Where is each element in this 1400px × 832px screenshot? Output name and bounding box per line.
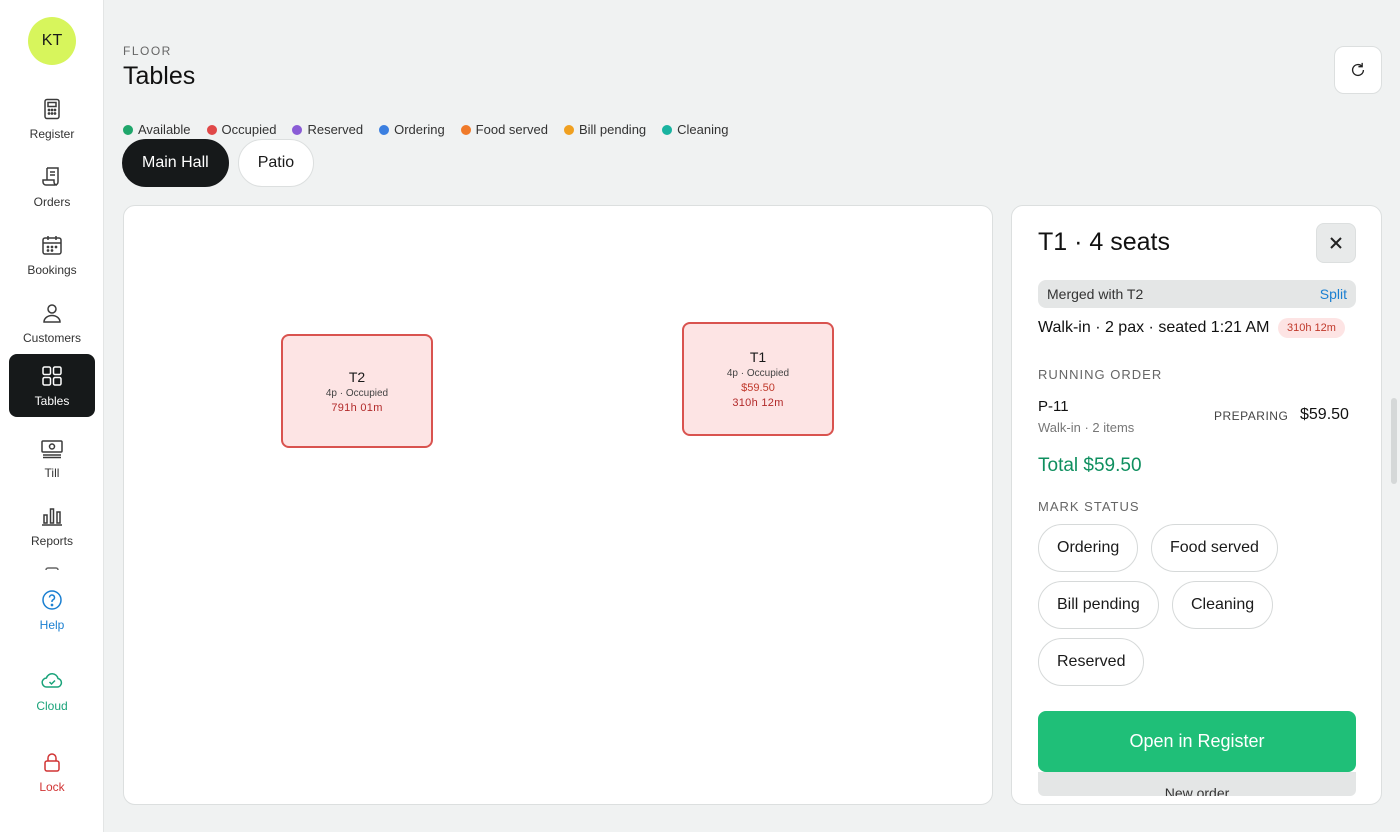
table-name: T2 bbox=[348, 368, 366, 385]
table-meta: 4p · Occupied bbox=[325, 387, 389, 399]
legend-label: Available bbox=[138, 122, 191, 137]
legend-dot bbox=[206, 124, 217, 135]
nav-till[interactable]: Till bbox=[9, 427, 95, 489]
merged-notice: Merged with T2 Split bbox=[1038, 280, 1356, 308]
panel-title: T1 · 4 seats bbox=[1038, 228, 1170, 256]
refresh-icon bbox=[1351, 62, 1365, 77]
nav-cloud[interactable]: Cloud bbox=[9, 660, 95, 722]
order-id[interactable]: P-11 bbox=[1038, 398, 1069, 415]
mark-ordering-button[interactable]: Ordering bbox=[1038, 524, 1139, 572]
legend-food-served: Food served bbox=[460, 122, 548, 137]
nav-help[interactable]: Help bbox=[9, 579, 95, 641]
nav-bookings[interactable]: Bookings bbox=[9, 224, 95, 286]
mark-bill-pending-button[interactable]: Bill pending bbox=[1038, 581, 1159, 629]
open-in-register-button[interactable]: Open in Register bbox=[1038, 711, 1356, 772]
nav-register[interactable]: Register bbox=[9, 88, 95, 150]
cash-icon bbox=[41, 440, 63, 459]
nav-customers[interactable]: Customers bbox=[9, 292, 95, 354]
order-subtitle: Walk-in · 2 items bbox=[1038, 420, 1135, 435]
table-elapsed: 791h 01m bbox=[331, 401, 383, 414]
status-legend: Available Occupied Reserved Ordering Foo… bbox=[123, 122, 728, 137]
table-meta: 4p · Occupied bbox=[726, 368, 790, 379]
legend-dot bbox=[563, 124, 574, 135]
zone-tabs: Main Hall Patio bbox=[122, 139, 315, 187]
legend-dot bbox=[662, 124, 673, 135]
nav-reports-label: Reports bbox=[30, 534, 74, 548]
nav-till-label: Till bbox=[44, 466, 60, 480]
user-avatar[interactable]: KT bbox=[28, 17, 76, 65]
nav-orders-label: Orders bbox=[33, 195, 71, 209]
nav-register-label: Register bbox=[29, 127, 75, 141]
legend-dot bbox=[123, 124, 133, 135]
page-eyebrow: FLOOR bbox=[123, 44, 172, 58]
legend-label: Food served bbox=[475, 122, 548, 137]
mark-food-served-button[interactable]: Food served bbox=[1151, 524, 1278, 572]
calculator-icon bbox=[44, 98, 60, 120]
order-status: PREPARING bbox=[1214, 409, 1289, 423]
nav-lock[interactable]: Lock bbox=[9, 741, 95, 803]
close-panel-button[interactable] bbox=[1316, 223, 1356, 263]
table-amount: $59.50 bbox=[741, 382, 775, 394]
mark-reserved-button[interactable]: Reserved bbox=[1038, 638, 1145, 686]
legend-dot bbox=[460, 124, 471, 135]
grid-icon bbox=[42, 365, 62, 386]
nav-reports[interactable]: Reports bbox=[9, 495, 95, 557]
order-amount: $59.50 bbox=[1300, 406, 1349, 423]
merged-text: Merged with T2 bbox=[1047, 286, 1144, 302]
mark-cleaning-button[interactable]: Cleaning bbox=[1172, 581, 1274, 629]
table-detail-panel: T1 · 4 seats Merged with T2 Split Walk-i… bbox=[1011, 205, 1382, 805]
nav-partially-hidden-icon bbox=[44, 566, 60, 570]
legend-ordering: Ordering bbox=[379, 122, 445, 137]
new-order-button[interactable]: New order bbox=[1038, 772, 1356, 796]
table-elapsed: 310h 12m bbox=[732, 397, 784, 409]
legend-label: Cleaning bbox=[677, 122, 729, 137]
legend-label: Ordering bbox=[394, 122, 445, 137]
help-circle-icon bbox=[42, 590, 62, 610]
refresh-button[interactable] bbox=[1334, 46, 1382, 94]
floor-plan-canvas: T2 4p · Occupied 791h 01m T1 4p · Occupi… bbox=[123, 205, 993, 805]
lock-icon bbox=[44, 753, 60, 772]
table-name: T1 bbox=[749, 349, 767, 365]
nav-orders[interactable]: Orders bbox=[9, 156, 95, 218]
order-total: Total $59.50 bbox=[1038, 455, 1142, 476]
party-details: Walk-in · 2 pax · seated 1:21 AM bbox=[1038, 319, 1270, 336]
nav-customers-label: Customers bbox=[22, 331, 81, 345]
floor-table-t1[interactable]: T1 4p · Occupied $59.50 310h 12m bbox=[682, 322, 834, 436]
elapsed-badge: 310h 12m bbox=[1278, 318, 1345, 338]
receipt-icon bbox=[42, 167, 59, 186]
legend-dot bbox=[292, 124, 303, 135]
user-icon bbox=[43, 304, 61, 323]
legend-bill-pending: Bill pending bbox=[563, 122, 647, 137]
nav-cloud-label: Cloud bbox=[36, 699, 68, 713]
legend-label: Reserved bbox=[307, 122, 364, 137]
legend-dot bbox=[379, 124, 390, 135]
close-icon bbox=[1330, 237, 1342, 249]
split-link[interactable]: Split bbox=[1320, 286, 1347, 302]
calendar-icon bbox=[42, 236, 62, 255]
tab-patio[interactable]: Patio bbox=[237, 139, 315, 187]
running-order-label: RUNNING ORDER bbox=[1038, 367, 1163, 382]
nav-tables-label: Tables bbox=[34, 393, 70, 408]
nav-lock-label: Lock bbox=[39, 780, 65, 794]
legend-label: Occupied bbox=[221, 122, 277, 137]
legend-available: Available bbox=[123, 122, 191, 137]
page-title: Tables bbox=[123, 62, 196, 90]
nav-bookings-label: Bookings bbox=[27, 263, 77, 277]
bar-chart-icon bbox=[42, 508, 62, 526]
floor-table-t2[interactable]: T2 4p · Occupied 791h 01m bbox=[281, 334, 433, 448]
legend-occupied: Occupied bbox=[206, 122, 277, 137]
mark-status-label: MARK STATUS bbox=[1038, 499, 1140, 514]
sidebar: KT Register Orders Bookings Customers Ta… bbox=[0, 0, 104, 832]
nav-help-label: Help bbox=[39, 618, 65, 632]
legend-cleaning: Cleaning bbox=[662, 122, 728, 137]
legend-label: Bill pending bbox=[578, 122, 647, 137]
page-scrollbar[interactable] bbox=[1391, 398, 1397, 484]
cloud-check-icon bbox=[41, 673, 63, 688]
legend-reserved: Reserved bbox=[292, 122, 363, 137]
tab-main-hall[interactable]: Main Hall bbox=[122, 139, 229, 187]
nav-tables[interactable]: Tables bbox=[9, 354, 95, 417]
